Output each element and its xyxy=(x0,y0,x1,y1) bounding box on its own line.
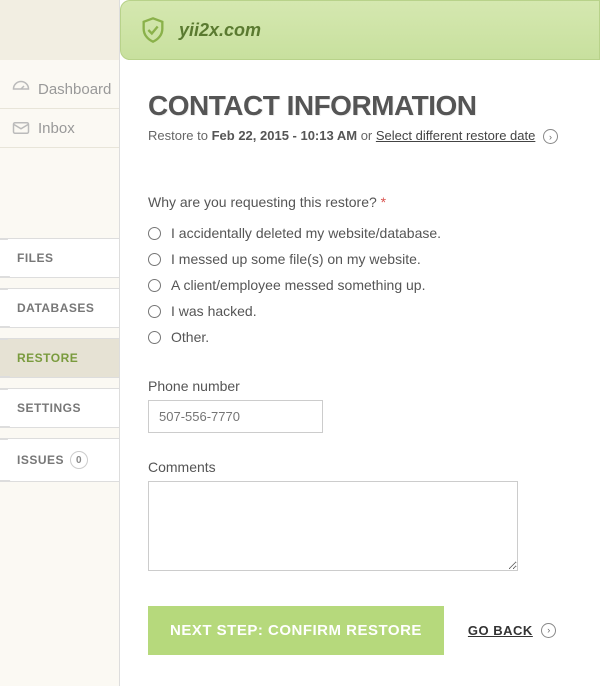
reason-option-messed-files[interactable]: I messed up some file(s) on my website. xyxy=(148,246,572,272)
sidebar-item-dashboard[interactable]: Dashboard xyxy=(0,70,119,109)
sidebar: Dashboard Inbox FILES DATABASES RESTORE … xyxy=(0,0,120,686)
tab-settings[interactable]: SETTINGS xyxy=(0,388,119,428)
radio-input[interactable] xyxy=(148,227,161,240)
restore-line: Restore to Feb 22, 2015 - 10:13 AM or Se… xyxy=(148,128,572,144)
sidebar-item-inbox[interactable]: Inbox xyxy=(0,109,119,148)
sidebar-item-label: Dashboard xyxy=(38,81,111,98)
phone-input[interactable] xyxy=(148,400,323,433)
tab-issues[interactable]: ISSUES 0 xyxy=(0,438,119,482)
select-different-date-link[interactable]: Select different restore date xyxy=(376,128,535,143)
page-title: CONTACT INFORMATION xyxy=(148,90,572,122)
header: yii2x.com xyxy=(120,0,600,60)
mail-icon xyxy=(12,119,30,137)
phone-label: Phone number xyxy=(148,378,572,394)
next-step-button[interactable]: NEXT STEP: CONFIRM RESTORE xyxy=(148,606,444,655)
go-back-link[interactable]: GO BACK › xyxy=(468,622,556,640)
tab-databases[interactable]: DATABASES xyxy=(0,288,119,328)
radio-input[interactable] xyxy=(148,279,161,292)
comments-textarea[interactable] xyxy=(148,481,518,571)
radio-input[interactable] xyxy=(148,331,161,344)
chevron-right-icon: › xyxy=(541,623,556,638)
main-content: CONTACT INFORMATION Restore to Feb 22, 2… xyxy=(120,0,600,686)
reason-radios: I accidentally deleted my website/databa… xyxy=(148,220,572,350)
chevron-right-icon: › xyxy=(543,129,558,144)
shield-icon xyxy=(139,16,167,44)
gauge-icon xyxy=(12,80,30,98)
sidebar-item-label: Inbox xyxy=(38,120,75,137)
radio-input[interactable] xyxy=(148,305,161,318)
comments-label: Comments xyxy=(148,459,572,475)
radio-input[interactable] xyxy=(148,253,161,266)
issues-count-badge: 0 xyxy=(70,451,88,469)
reason-option-hacked[interactable]: I was hacked. xyxy=(148,298,572,324)
reason-option-other[interactable]: Other. xyxy=(148,324,572,350)
restore-date: Feb 22, 2015 - 10:13 AM xyxy=(212,128,357,143)
tab-files[interactable]: FILES xyxy=(0,238,119,278)
tab-restore[interactable]: RESTORE xyxy=(0,338,119,378)
reason-option-client[interactable]: A client/employee messed something up. xyxy=(148,272,572,298)
site-name: yii2x.com xyxy=(179,20,261,41)
reason-option-deleted[interactable]: I accidentally deleted my website/databa… xyxy=(148,220,572,246)
reason-label: Why are you requesting this restore? * xyxy=(148,194,572,210)
